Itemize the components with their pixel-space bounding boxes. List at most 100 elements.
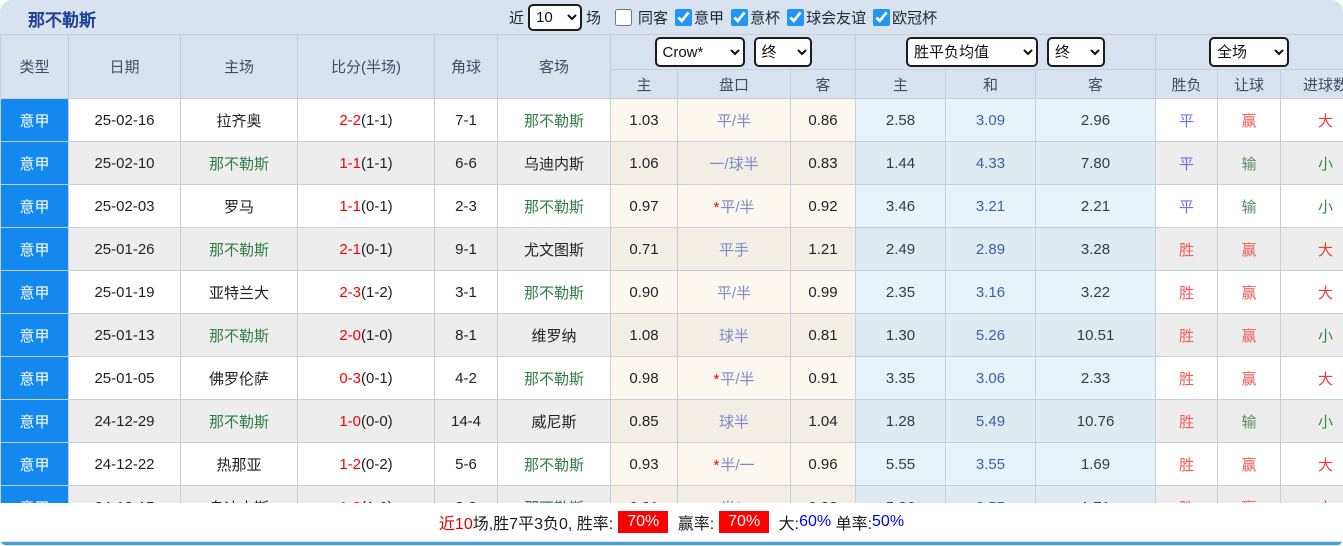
avg-draw-odds: 5.26	[945, 313, 1037, 357]
result-handicap: 赢	[1217, 227, 1282, 271]
checkbox-input[interactable]	[615, 8, 633, 26]
avg-draw-odds: 2.89	[945, 227, 1037, 271]
league-badge: 意甲	[0, 184, 69, 228]
result-goals: 小	[1280, 184, 1343, 228]
result-goals: 大	[1280, 270, 1343, 314]
match-date: 25-02-03	[68, 184, 181, 228]
result-outcome: 平	[1155, 141, 1219, 185]
avg-home-odds: 3.46	[855, 184, 947, 228]
checkbox-input[interactable]	[787, 8, 805, 26]
avg-home-odds: 2.58	[855, 98, 947, 142]
handicap-away-odds: 1.04	[789, 399, 857, 443]
summary-footer: 近10 场,胜7平3负0, 胜率: 70% 赢率: 70% 大: 60% 单率: 50%	[0, 503, 1343, 541]
match-date: 25-02-10	[68, 141, 181, 185]
handicap-line: 平/半	[677, 98, 791, 142]
corner-score: 8-1	[434, 313, 498, 357]
away-team: 那不勒斯	[497, 270, 611, 314]
handicap-line: 球半	[677, 399, 791, 443]
handicap-away-odds: 0.91	[789, 356, 857, 400]
league-filter-checkbox[interactable]: 意杯	[724, 7, 780, 28]
match-row: 意甲 25-01-13 那不勒斯 2-0(1-0) 8-1 维罗纳 1.08 球半 0.81 1.…	[0, 313, 1343, 357]
bookmaker-select[interactable]: Crow*	[654, 37, 745, 67]
match-score: 1-0(0-0)	[297, 399, 435, 443]
result-outcome: 胜	[1155, 399, 1219, 443]
col-header-corner: 角球	[434, 34, 498, 99]
match-row: 意甲 24-12-29 那不勒斯 1-0(0-0) 14-4 威尼斯 0.85 球半 1.04 1…	[0, 399, 1343, 443]
checkbox-label: 同客	[638, 9, 669, 27]
avg-draw-odds: 3.55	[945, 442, 1037, 486]
match-date: 24-12-22	[68, 442, 181, 486]
col-header-away: 客场	[497, 34, 611, 99]
col-header-type: 类型	[0, 34, 69, 99]
league-filter-checkbox[interactable]: 同客	[605, 7, 668, 28]
corner-score: 2-3	[434, 184, 498, 228]
big-rate-value: 60%	[799, 513, 832, 530]
recent-label: 近	[509, 9, 525, 27]
avg-away-odds: 1.69	[1035, 442, 1157, 486]
checkbox-label: 意杯	[750, 9, 781, 27]
result-outcome: 胜	[1155, 313, 1219, 357]
avg-draw-odds: 4.33	[945, 141, 1037, 185]
match-score: 2-3(1-2)	[297, 270, 435, 314]
league-filter-checkbox[interactable]: 欧冠杯	[866, 7, 937, 28]
handicap-rate-label: 赢率:	[673, 516, 715, 533]
checkbox-input[interactable]	[675, 8, 693, 26]
checkbox-input[interactable]	[873, 8, 891, 26]
odd-rate-value: 50%	[872, 513, 905, 530]
match-score: 1-2(0-2)	[297, 442, 435, 486]
result-handicap: 输	[1217, 184, 1282, 228]
home-team: 佛罗伦萨	[180, 356, 298, 400]
avg-type-select[interactable]: 胜平负均值	[906, 37, 1039, 67]
league-badge: 意甲	[0, 442, 69, 486]
match-row: 意甲 25-01-19 亚特兰大 2-3(1-2) 3-1 那不勒斯 0.90 平/半 0.99…	[0, 270, 1343, 314]
avg-draw-odds: 5.49	[945, 399, 1037, 443]
avg-away-odds: 2.33	[1035, 356, 1157, 400]
col-header-home: 主场	[180, 34, 298, 99]
match-date: 24-12-29	[68, 399, 181, 443]
avg-state-select[interactable]: 终	[1047, 37, 1106, 67]
corner-score: 5-6	[434, 442, 498, 486]
league-badge: 意甲	[0, 98, 69, 142]
match-date: 25-01-05	[68, 356, 181, 400]
corner-score: 6-6	[434, 141, 498, 185]
recent-matches-select[interactable]: 10	[528, 3, 583, 31]
away-team: 那不勒斯	[497, 98, 611, 142]
topbar: 那不勒斯 近 10 场 同客 意甲 意杯 球会友谊 欧冠杯	[0, 0, 1343, 34]
match-row: 意甲 25-02-03 罗马 1-1(0-1) 2-3 那不勒斯 0.97 *平/半 0.92 3…	[0, 184, 1343, 228]
match-score: 2-1(0-1)	[297, 227, 435, 271]
avg-away-odds: 3.28	[1035, 227, 1157, 271]
result-handicap: 赢	[1217, 442, 1282, 486]
checkbox-input[interactable]	[731, 8, 749, 26]
result-handicap: 赢	[1217, 98, 1282, 142]
win-rate-badge: 70%	[618, 511, 669, 533]
avg-home-odds: 1.44	[855, 141, 947, 185]
handicap-home-odds: 1.08	[610, 313, 678, 357]
away-team: 那不勒斯	[497, 442, 611, 486]
handicap-line: 一/球半	[677, 141, 791, 185]
match-row: 意甲 24-12-22 热那亚 1-2(0-2) 5-6 那不勒斯 0.93 *半/一 0.96…	[0, 442, 1343, 486]
avg-away-odds: 10.76	[1035, 399, 1157, 443]
result-handicap: 输	[1217, 399, 1282, 443]
bookmaker-state-select[interactable]: 终	[753, 37, 812, 67]
league-badge: 意甲	[0, 270, 69, 314]
checkbox-label: 意甲	[694, 9, 725, 27]
scope-select[interactable]: 全场	[1209, 37, 1290, 67]
handicap-home-odds: 1.03	[610, 98, 678, 142]
match-score: 2-2(1-1)	[297, 98, 435, 142]
games-label: 场	[586, 9, 602, 27]
handicap-home-odds: 0.90	[610, 270, 678, 314]
league-filter-checkbox[interactable]: 球会友谊	[780, 7, 866, 28]
avg-draw-odds: 3.21	[945, 184, 1037, 228]
league-badge: 意甲	[0, 313, 69, 357]
team-title: 那不勒斯	[28, 11, 96, 30]
sub-header-avg-draw: 和	[945, 69, 1037, 99]
sub-header-result: 胜负	[1155, 69, 1219, 99]
handicap-away-odds: 0.86	[789, 98, 857, 142]
avg-away-odds: 3.22	[1035, 270, 1157, 314]
bottom-accent-bar	[0, 542, 1343, 545]
league-badge: 意甲	[0, 227, 69, 271]
avg-home-odds: 2.49	[855, 227, 947, 271]
away-team: 那不勒斯	[497, 184, 611, 228]
league-filter-checkbox[interactable]: 意甲	[668, 7, 724, 28]
result-goals: 小	[1280, 141, 1343, 185]
